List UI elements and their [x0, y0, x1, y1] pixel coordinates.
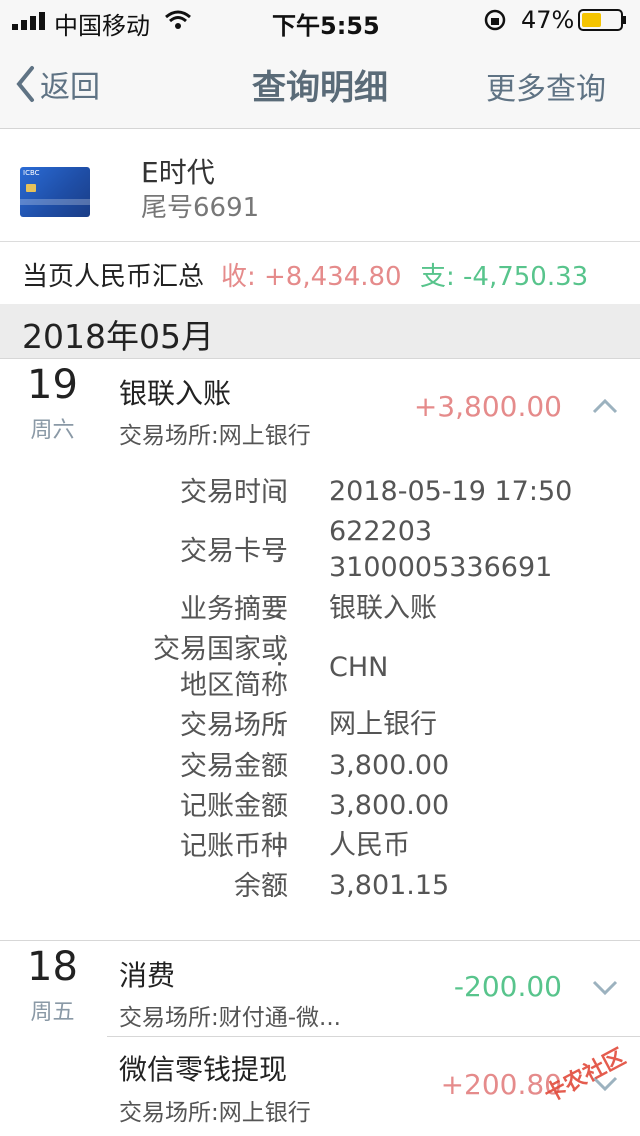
- detail-value: 622203: [329, 516, 433, 547]
- rotation-lock-icon: [484, 9, 506, 31]
- month-label: 2018年05月: [22, 317, 214, 356]
- card-chip: [26, 184, 36, 192]
- card-tail-number: 尾号6691: [141, 193, 260, 223]
- card-name: E时代: [141, 156, 215, 189]
- detail-value: 人民币: [329, 830, 410, 861]
- divider: [0, 940, 640, 941]
- card-info[interactable]: ICBC E时代 尾号6691: [0, 129, 640, 242]
- detail-value: 3,800.00: [329, 750, 450, 781]
- card-stripe: [20, 199, 90, 205]
- transaction-amount: -200.00: [453, 970, 562, 1003]
- chevron-up-icon[interactable]: [592, 398, 618, 414]
- more-query-button[interactable]: 更多查询: [486, 64, 606, 108]
- transaction-title: 微信零钱提现: [119, 1053, 288, 1086]
- summary-income: 收: +8,434.80: [221, 262, 402, 292]
- detail-value: 2018-05-19 17:50: [329, 476, 573, 507]
- detail-colon: :: [275, 831, 285, 862]
- detail-colon: :: [275, 536, 285, 567]
- detail-value: 银联入账: [329, 593, 437, 624]
- detail-colon: :: [275, 652, 285, 683]
- bank-logo: ICBC: [23, 169, 40, 177]
- divider: [107, 1036, 640, 1037]
- day-number: 18: [27, 944, 78, 990]
- detail-colon: :: [275, 477, 285, 508]
- detail-label: 交易场所: [180, 710, 288, 741]
- day-number: 19: [27, 362, 78, 408]
- page-summary: 当页人民币汇总 收: +8,434.80 支: -4,750.33: [0, 242, 640, 304]
- transaction-title: 消费: [119, 959, 176, 992]
- detail-colon: :: [275, 791, 285, 822]
- wifi-icon: [165, 10, 191, 29]
- weekday-label: 周五: [30, 1000, 75, 1025]
- detail-value: 3,801.15: [329, 870, 450, 901]
- watermark-logo: 卡农社区: [540, 1044, 630, 1108]
- detail-label: 交易卡号: [180, 536, 288, 567]
- navigation-bar: 返回 查询明细 更多查询: [0, 40, 640, 129]
- month-header: 2018年05月: [0, 304, 640, 359]
- battery-percent: 47%: [521, 6, 575, 34]
- bank-card-image: ICBC: [20, 167, 90, 217]
- status-bar: 中国移动 下午5:55 47%: [0, 0, 640, 40]
- detail-label: 交易国家或: [153, 634, 288, 665]
- transaction-title: 银联入账: [119, 377, 232, 410]
- detail-value: 3100005336691: [329, 552, 553, 583]
- detail-label: 记账币种: [180, 831, 288, 862]
- detail-value: 3,800.00: [329, 790, 450, 821]
- transaction-place: 交易场所:网上银行: [119, 1100, 311, 1126]
- detail-label: 交易时间: [180, 477, 288, 508]
- transaction-amount: +3,800.00: [413, 390, 562, 423]
- day-group-date: 19 周六: [0, 362, 105, 444]
- detail-colon: :: [275, 710, 285, 741]
- detail-label: 余额: [234, 871, 288, 902]
- chevron-down-icon[interactable]: [592, 980, 618, 996]
- transaction-place: 交易场所:网上银行: [119, 423, 311, 449]
- status-time: 下午5:55: [272, 12, 380, 40]
- detail-label: 记账金额: [180, 791, 288, 822]
- day-group-date: 18 周五: [0, 944, 105, 1026]
- detail-colon: :: [275, 871, 285, 902]
- summary-expense: 支: -4,750.33: [420, 262, 589, 292]
- detail-colon: :: [275, 751, 285, 782]
- carrier-name: 中国移动: [54, 12, 150, 40]
- summary-label: 当页人民币汇总: [22, 262, 205, 292]
- cellular-signal-icon: [12, 12, 45, 30]
- transaction-place: 交易场所:财付通-微...: [119, 1005, 341, 1031]
- detail-label: 业务摘要: [180, 594, 288, 625]
- detail-value: 网上银行: [329, 709, 437, 740]
- detail-label: 地区简称: [180, 670, 288, 701]
- weekday-label: 周六: [30, 418, 75, 443]
- battery-icon: [578, 9, 626, 31]
- detail-label: 交易金额: [180, 751, 288, 782]
- detail-value: CHN: [329, 652, 389, 683]
- detail-colon: :: [275, 594, 285, 625]
